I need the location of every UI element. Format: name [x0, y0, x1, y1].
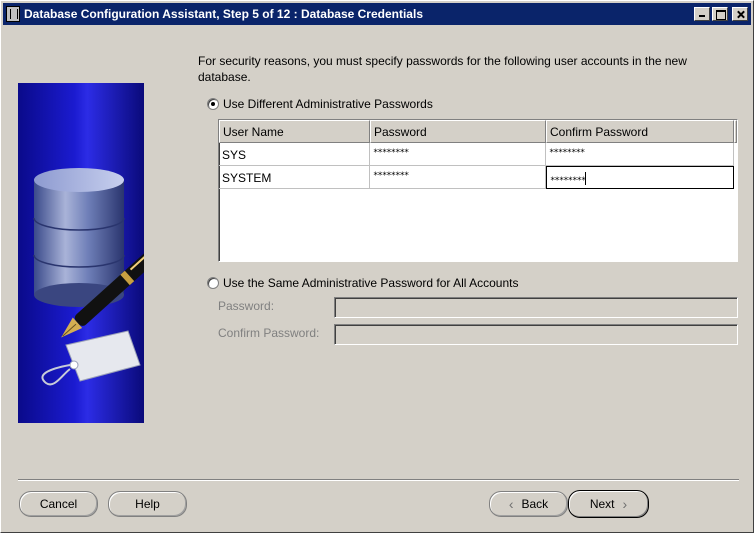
- chevron-left-icon: ‹: [508, 496, 514, 512]
- password-cell[interactable]: ********: [370, 166, 546, 189]
- window-title: Database Configuration Assistant, Step 5…: [24, 7, 423, 21]
- table-row: SYSTEM ******** ********: [219, 166, 737, 189]
- cancel-button-label: Cancel: [39, 497, 78, 511]
- back-button-label: Back: [521, 497, 549, 511]
- use-different-passwords-option[interactable]: Use Different Administrative Passwords: [207, 97, 433, 111]
- cancel-button[interactable]: Cancel: [19, 491, 98, 517]
- use-same-password-label: Use the Same Administrative Password for…: [223, 276, 519, 290]
- use-same-password-option[interactable]: Use the Same Administrative Password for…: [207, 276, 518, 290]
- column-header-password[interactable]: Password: [370, 120, 546, 143]
- title-bar[interactable]: Database Configuration Assistant, Step 5…: [3, 3, 751, 25]
- database-pen-image: [33, 168, 144, 386]
- confirm-password-cell[interactable]: ********: [546, 143, 734, 166]
- java-cup-icon: [6, 6, 20, 22]
- credentials-table: User Name Password Confirm Password SYS …: [218, 119, 738, 262]
- chevron-right-icon: ›: [622, 496, 628, 512]
- user-name-cell: SYS: [219, 143, 370, 166]
- table-header: User Name Password Confirm Password: [219, 120, 737, 143]
- password-field[interactable]: [334, 297, 738, 318]
- confirm-password-field[interactable]: [334, 324, 738, 345]
- window-controls: [694, 7, 748, 21]
- password-cell[interactable]: ********: [370, 143, 546, 166]
- confirm-password-cell-active[interactable]: ********: [546, 166, 734, 189]
- user-name-cell: SYSTEM: [219, 166, 370, 189]
- confirm-password-value: ********: [550, 176, 586, 186]
- minimize-icon[interactable]: [694, 7, 710, 21]
- text-caret: [585, 172, 587, 185]
- radio-selected-icon[interactable]: [207, 98, 219, 110]
- dialog-window: Database Configuration Assistant, Step 5…: [0, 0, 754, 533]
- database-pen-illustration: [18, 83, 144, 423]
- column-header-user-name[interactable]: User Name: [219, 120, 370, 143]
- use-different-passwords-label: Use Different Administrative Passwords: [223, 97, 433, 111]
- confirm-password-label: Confirm Password:: [218, 326, 320, 340]
- next-button-label: Next: [589, 497, 615, 511]
- back-button[interactable]: ‹ Back: [489, 491, 568, 517]
- next-button[interactable]: Next ›: [568, 490, 649, 518]
- column-header-confirm-password[interactable]: Confirm Password: [546, 120, 734, 143]
- column-header-filler: [734, 120, 737, 143]
- close-icon[interactable]: [732, 7, 748, 21]
- maximize-icon[interactable]: [712, 7, 728, 21]
- help-button-label: Help: [135, 497, 160, 511]
- footer-divider: [18, 479, 739, 481]
- help-button[interactable]: Help: [108, 491, 187, 517]
- password-label: Password:: [218, 299, 275, 313]
- radio-unselected-icon[interactable]: [207, 277, 219, 289]
- intro-text: For security reasons, you must specify p…: [198, 54, 687, 84]
- table-row: SYS ******** ********: [219, 143, 737, 166]
